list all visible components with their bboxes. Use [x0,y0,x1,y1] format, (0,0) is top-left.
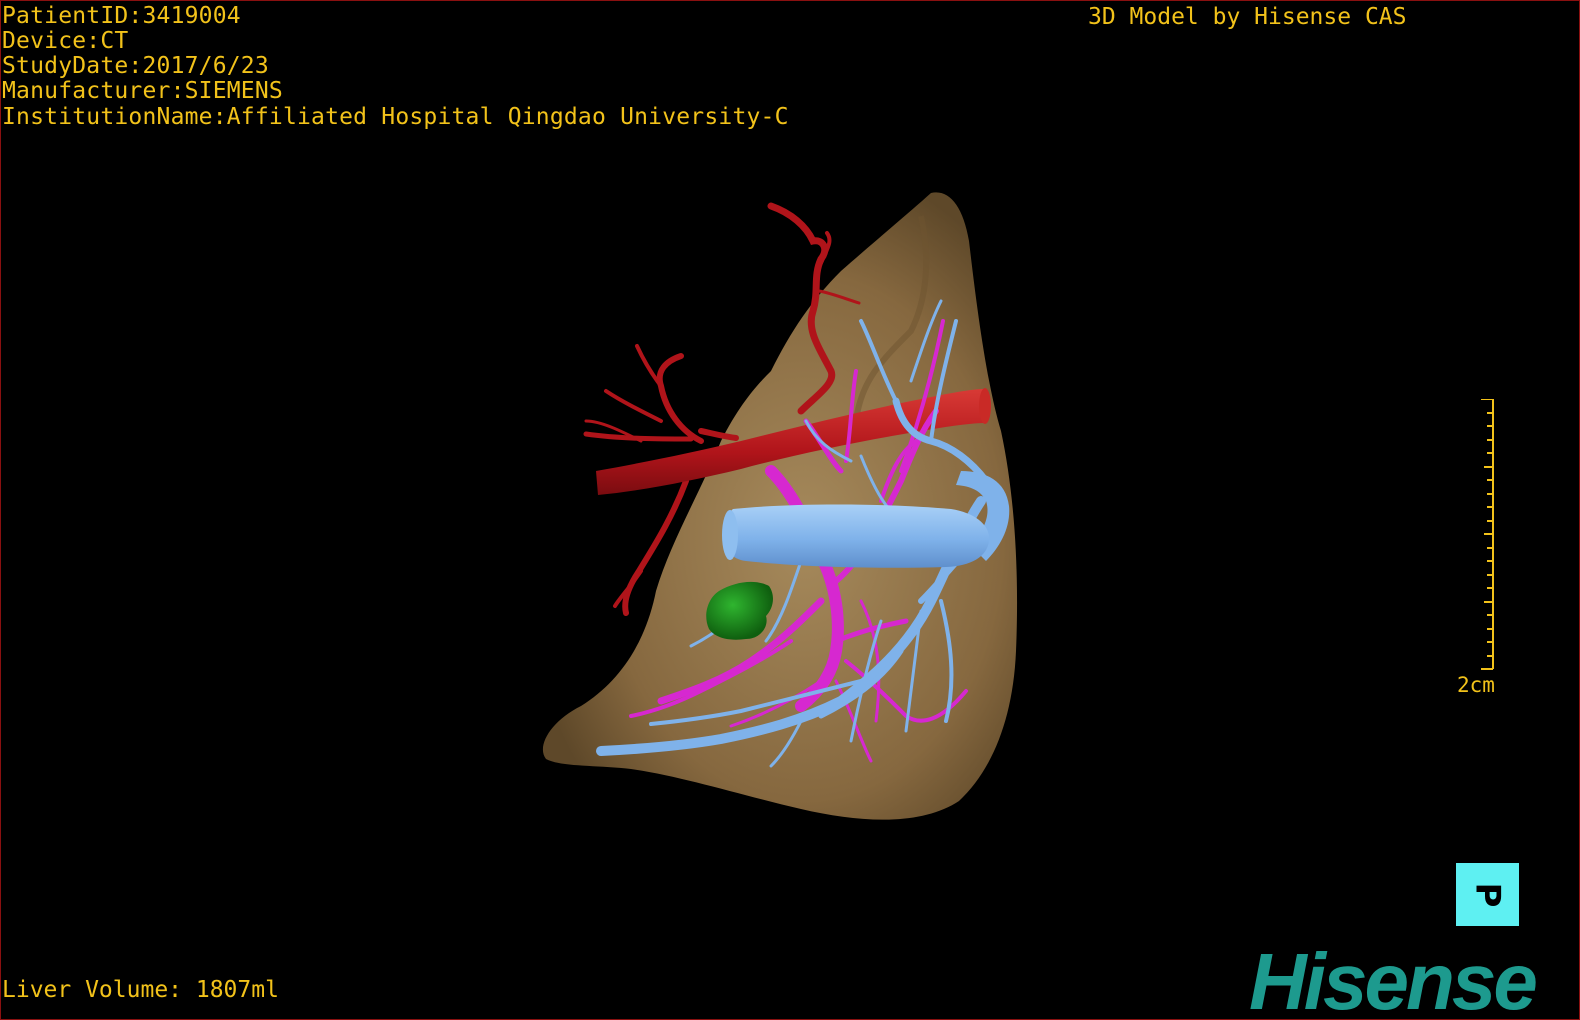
orientation-marker-button[interactable]: P [1456,863,1519,926]
ivc-end-cap [722,510,738,560]
liver-3d-model[interactable] [1,1,1579,1019]
3d-viewport[interactable]: PatientID:3419004 Device:CT StudyDate:20… [0,0,1580,1020]
aorta-end-cap [979,388,991,424]
scale-label: 2cm [1457,673,1495,697]
hisense-logo: Hisense [1249,937,1538,1020]
orientation-label: P [1467,882,1508,907]
scale-bar [1481,399,1494,670]
liver-volume-text: Liver Volume: 1807ml [2,977,279,1003]
inferior-vena-cava [724,504,990,568]
